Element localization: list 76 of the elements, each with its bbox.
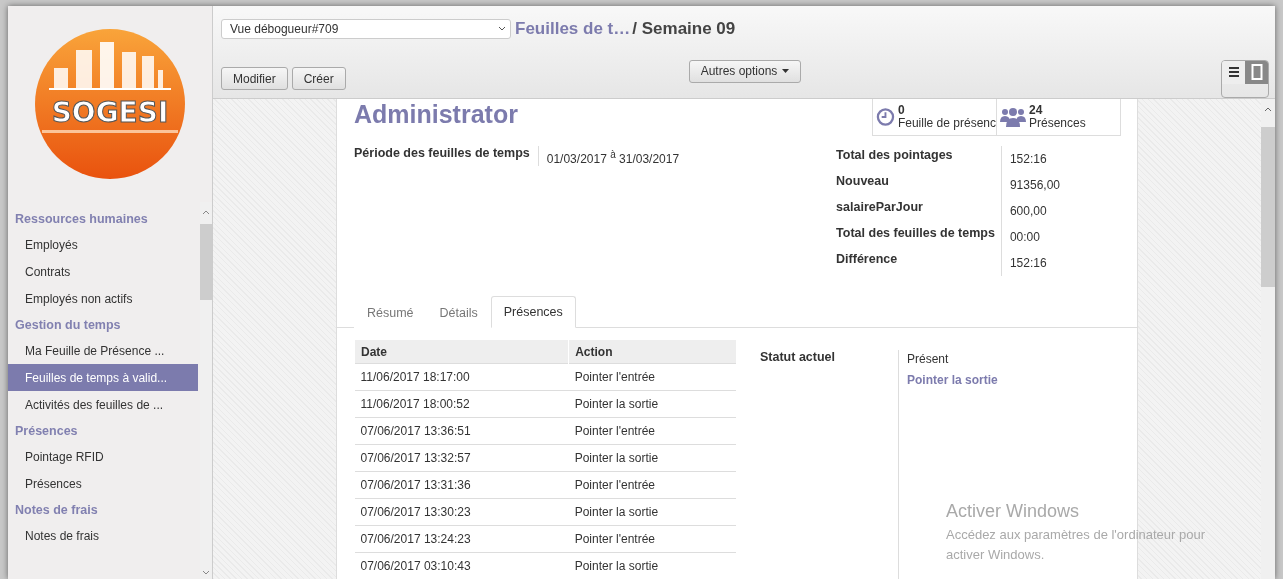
menu-item[interactable]: Notes de frais — [8, 522, 198, 549]
stat-count: 24 — [1029, 104, 1044, 117]
menu-item[interactable]: Présences — [8, 470, 198, 497]
activation-title: Activer Windows — [946, 501, 1081, 522]
field-value: 01/03/2017 $^{à}$ 31/03/2017 — [545, 148, 680, 166]
caret-icon — [782, 69, 790, 73]
breadcrumb-current: / Semaine 09 — [632, 18, 736, 39]
field-label: salaireParJour — [836, 198, 1002, 224]
breadcrumb-link[interactable]: Feuilles de t… — [515, 18, 631, 39]
column-header[interactable]: Date — [354, 340, 569, 364]
table-cell: 07/06/2017 03:10:43 — [354, 552, 569, 579]
field-label: Total des feuilles de temps — [836, 224, 1002, 250]
more-options-button[interactable]: Autres options — [688, 59, 802, 83]
menu-section-title: Ressources humaines — [14, 211, 149, 228]
field-label: Différence — [836, 250, 1002, 276]
menu-section-title: Notes de frais — [14, 502, 99, 519]
check-out-link[interactable]: Pointer la sortie — [907, 373, 998, 387]
field-value: 600,00 — [1008, 203, 1048, 220]
scroll-up-icon[interactable] — [1264, 105, 1272, 113]
menu-item[interactable]: Contrats — [8, 258, 198, 285]
record-title: Administrator — [354, 99, 518, 130]
menu-section-title: Présences — [14, 423, 79, 440]
menu-section-title: Gestion du temps — [14, 317, 122, 334]
toolbar-button[interactable]: Créer — [291, 67, 346, 91]
stat-count: 0 — [897, 104, 906, 117]
field-label: Statut actuel — [760, 350, 836, 366]
table-cell: Pointer la sortie — [568, 498, 736, 526]
tab[interactable]: Présences — [490, 296, 576, 328]
field-value: 152:16 — [1008, 151, 1048, 168]
table-cell: 07/06/2017 13:32:57 — [354, 444, 569, 472]
stat-button[interactable]: 0 Feuille de présenc — [873, 99, 996, 135]
list-icon — [1227, 67, 1240, 77]
scroll-down-icon[interactable] — [202, 569, 210, 577]
scroll-up-icon[interactable] — [202, 208, 210, 216]
stat-label: Présences — [1029, 117, 1086, 130]
table-cell: 07/06/2017 13:24:23 — [354, 525, 569, 553]
table-cell: 11/06/2017 18:17:00 — [354, 363, 569, 391]
field-label: Période des feuilles de temps — [354, 146, 539, 166]
toolbar-button[interactable]: Modifier — [221, 67, 288, 91]
table-cell: Pointer la sortie — [568, 552, 736, 579]
stat-label: Feuille de présenc — [897, 117, 996, 130]
form-icon — [1250, 64, 1263, 80]
field-value: 91356,00 — [1008, 177, 1060, 194]
table-cell: 07/06/2017 13:36:51 — [354, 417, 569, 445]
stat-button[interactable]: 24 Présences — [996, 99, 1120, 135]
activation-text: Accédez aux paramètres de l'ordinateur pour activer Windows. — [946, 526, 1207, 564]
table-cell: Pointer l'entrée — [568, 471, 736, 499]
table-cell: 11/06/2017 18:00:52 — [354, 390, 569, 418]
field-value: Présent — [907, 352, 950, 366]
scroll-thumb[interactable] — [200, 224, 212, 300]
field-label: Total des pointages — [836, 146, 1002, 172]
scroll-thumb[interactable] — [1261, 127, 1275, 287]
menu-item[interactable]: Ma Feuille de Présence ... — [8, 337, 198, 364]
menu-item[interactable]: Activités des feuilles de ... — [8, 391, 198, 418]
menu-item[interactable]: Feuilles de temps à valid... — [8, 364, 198, 391]
column-header[interactable]: Action — [568, 340, 736, 364]
logo: SOGESI — [34, 28, 186, 180]
table-cell: 07/06/2017 13:30:23 — [354, 498, 569, 526]
clock-icon — [876, 107, 895, 127]
table-cell: Pointer l'entrée — [568, 417, 736, 445]
field-value: 00:00 — [1008, 229, 1041, 246]
list-view-button[interactable] — [1222, 60, 1245, 84]
debug-select[interactable]: Vue débogueur#709 — [221, 18, 511, 39]
people-icon — [1000, 106, 1026, 128]
field-value: 152:16 — [1008, 255, 1048, 272]
table-cell: Pointer l'entrée — [568, 363, 736, 391]
field-label: Nouveau — [836, 172, 1002, 198]
menu-item[interactable]: Pointage RFID — [8, 443, 198, 470]
table-cell: Pointer l'entrée — [568, 525, 736, 553]
menu-item[interactable]: Employés non actifs — [8, 285, 198, 312]
menu-item[interactable]: Employés — [8, 231, 198, 258]
scrollbar[interactable] — [1261, 99, 1275, 579]
table-cell: Pointer la sortie — [568, 390, 736, 418]
table-cell: 07/06/2017 13:31:36 — [354, 471, 569, 499]
table-cell: Pointer la sortie — [568, 444, 736, 472]
chevron-down-icon — [498, 26, 506, 32]
